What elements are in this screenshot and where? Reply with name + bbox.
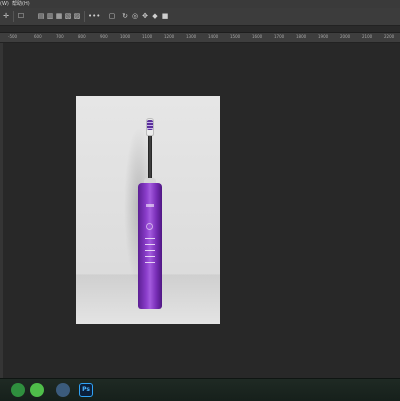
start-menu-icon[interactable] [11,383,25,397]
browser-icon[interactable] [56,383,70,397]
distribute-h-icon[interactable]: ▨ [73,12,81,20]
ruler-tick: 1500 [230,34,241,39]
horizontal-ruler: -500 600 700 800 900 1000 1100 1200 1300… [0,33,400,43]
menu-bar: (W) 帮助(H) [0,0,400,8]
document-tab-bar[interactable] [0,26,400,33]
toothbrush-bristles [147,120,153,130]
ruler-tick: 2000 [340,34,351,39]
document-canvas[interactable] [76,96,220,324]
toothbrush-logo [146,204,154,207]
align-middle-icon[interactable]: ▥ [46,12,54,20]
3d-pan-icon[interactable]: ✥ [141,12,149,20]
distribute-icon[interactable]: ▧ [64,12,72,20]
ruler-tick: 1000 [120,34,131,39]
ruler-tick: 900 [100,34,108,39]
more-options-icon[interactable]: ••• [88,12,100,20]
power-button-icon [146,223,153,230]
mode-indicator [145,262,155,263]
options-bar: ✛ ☐ ▤ ▥ ▦ ▧ ▨ ••• ▢ ↻ ◎ ✥ ◆ ■ [0,8,400,26]
ruler-tick: 1600 [252,34,263,39]
ruler-tick: 700 [56,34,64,39]
toothbrush-handle [138,183,162,309]
menu-window[interactable]: (W) [0,0,9,8]
move-tool-icon[interactable]: ✛ [2,12,10,20]
ruler-tick: 2100 [362,34,373,39]
auto-select-checkbox[interactable]: ☐ [17,12,25,20]
ruler-tick: 1900 [318,34,329,39]
ruler-tick: 1300 [186,34,197,39]
toothbrush-neck [148,136,152,180]
ruler-tick: 2200 [384,34,395,39]
ruler-tick: -500 [8,34,18,39]
taskbar: Ps [0,378,400,401]
ruler-tick: 1400 [208,34,219,39]
ruler-tick: 1800 [296,34,307,39]
ruler-tick: 1100 [142,34,153,39]
mode-indicator [145,238,155,239]
mode-indicator [145,256,155,257]
photoshop-icon[interactable]: Ps [79,383,93,397]
3d-scale-icon[interactable]: ■ [161,12,169,20]
separator [13,11,14,22]
ruler-tick: 1700 [274,34,285,39]
ruler-tick: 600 [34,34,42,39]
3d-rotate-icon[interactable]: ↻ [121,12,129,20]
wechat-icon[interactable] [30,383,44,397]
mode-indicator [145,250,155,251]
mode-indicator [145,244,155,245]
align-top-icon[interactable]: ▤ [37,12,45,20]
vertical-ruler [0,43,3,378]
separator [84,11,85,22]
ruler-tick: 800 [78,34,86,39]
3d-mode-icon[interactable]: ▢ [108,12,116,20]
align-bottom-icon[interactable]: ▦ [55,12,63,20]
menu-help[interactable]: 帮助(H) [12,0,30,8]
3d-roll-icon[interactable]: ◎ [131,12,139,20]
3d-slide-icon[interactable]: ◆ [151,12,159,20]
ruler-tick: 1200 [164,34,175,39]
